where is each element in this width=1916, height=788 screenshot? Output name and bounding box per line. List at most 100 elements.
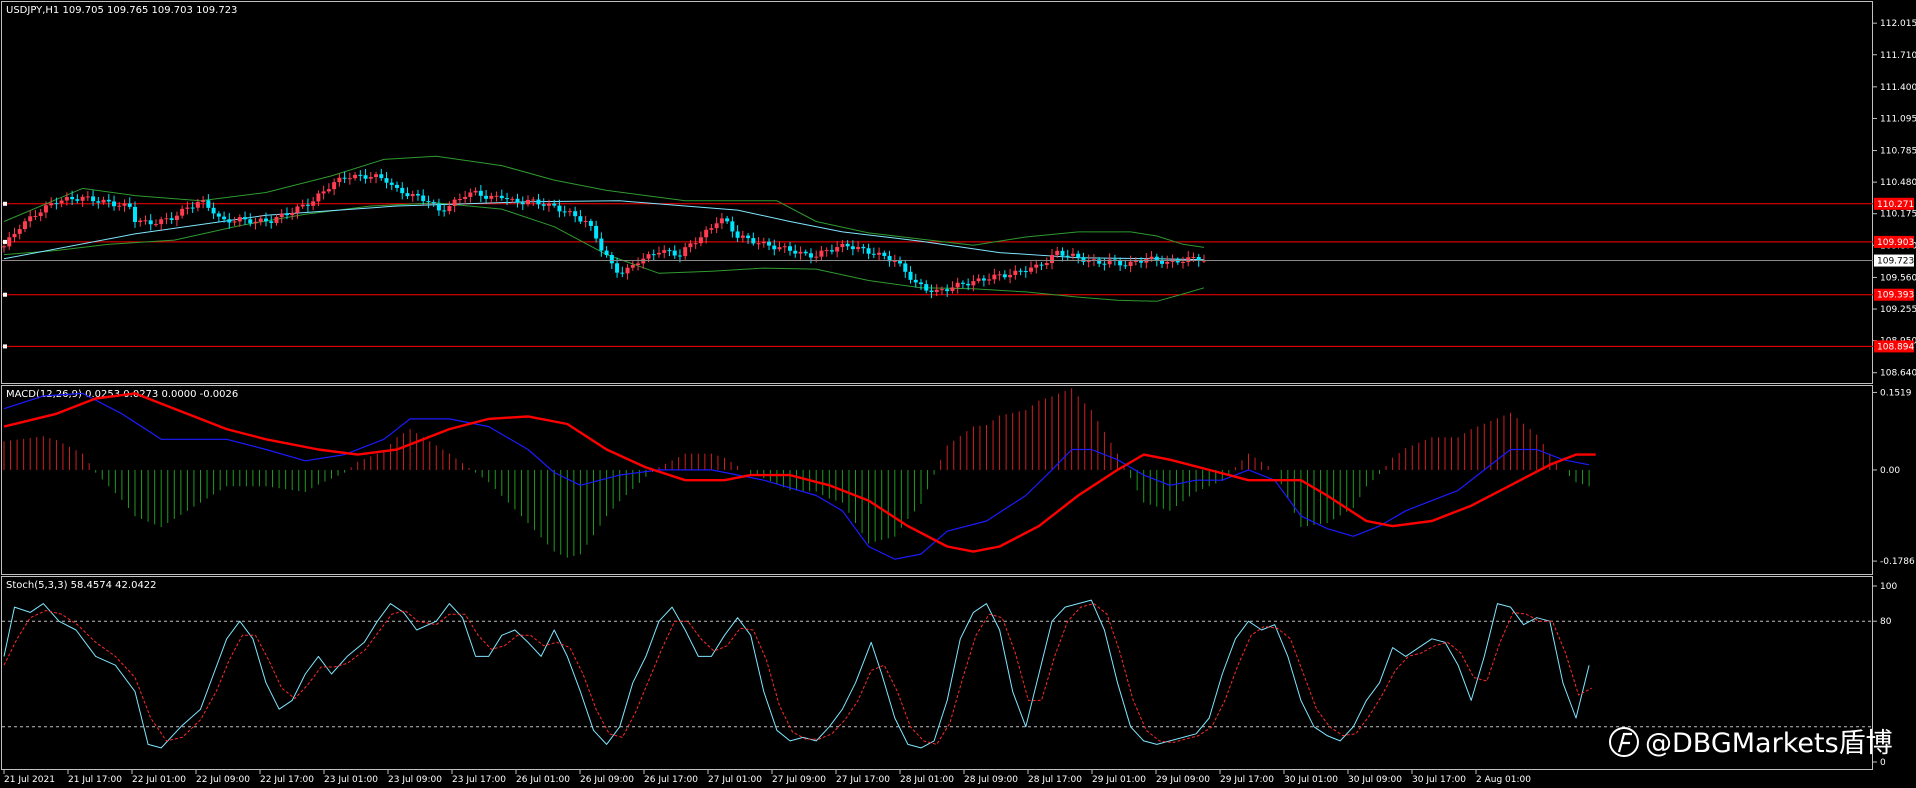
- time-tick-label: 29 Jul 01:00: [1092, 775, 1146, 785]
- candle-body: [332, 182, 337, 190]
- candle-body: [468, 192, 473, 197]
- candle-body: [845, 243, 850, 247]
- candle-body: [400, 187, 405, 194]
- candle-body: [1128, 261, 1133, 266]
- price-tick-label: 109.560: [1880, 273, 1916, 283]
- price-tick-label: 111.710: [1880, 51, 1916, 61]
- price-tick-label: 110.175: [1880, 210, 1916, 220]
- candle-body: [939, 289, 944, 291]
- candle-body: [719, 218, 724, 224]
- candle-body: [882, 252, 887, 256]
- candle-body: [211, 207, 216, 214]
- time-tick-label: 28 Jul 09:00: [964, 775, 1018, 785]
- candle-body: [389, 182, 394, 185]
- candle-body: [1186, 257, 1191, 262]
- candle-body: [620, 272, 625, 274]
- candle-body: [96, 201, 101, 203]
- time-tick-label: 22 Jul 01:00: [132, 775, 186, 785]
- price-tick-label: 110.480: [1880, 178, 1916, 188]
- candle-body: [106, 199, 111, 202]
- candle-body: [374, 174, 379, 178]
- candle-body: [1044, 263, 1049, 266]
- candle-body: [290, 212, 295, 216]
- candle-body: [415, 194, 420, 196]
- candle-body: [248, 219, 253, 224]
- candle-body: [395, 184, 399, 188]
- trading-chart[interactable]: USDJPY,H1 109.705 109.765 109.703 109.72…: [0, 0, 1916, 788]
- candle-body: [484, 195, 489, 199]
- candle-body: [704, 229, 709, 238]
- candle-body: [981, 278, 986, 281]
- candle-body: [840, 243, 845, 248]
- candle-body: [578, 216, 583, 222]
- upper-band-line: [3, 155, 1205, 248]
- level-handle: [3, 239, 7, 244]
- level-tag-label: 110.271: [1877, 200, 1914, 210]
- candle-body: [1013, 270, 1018, 275]
- macd-pane-frame: [1, 385, 1873, 575]
- price-tick-label: 112.015: [1880, 19, 1916, 29]
- candle-body: [494, 195, 499, 197]
- candle-body: [960, 282, 965, 284]
- candle-body: [38, 212, 43, 217]
- candle-body: [793, 250, 798, 254]
- stoch-tick-label: 80: [1880, 617, 1892, 627]
- time-tick-label: 30 Jul 17:00: [1412, 775, 1466, 785]
- candle-body: [824, 250, 829, 252]
- candle-body: [761, 241, 766, 244]
- time-tick-label: 26 Jul 01:00: [516, 775, 570, 785]
- candle-body: [798, 251, 803, 254]
- time-tick-label: 26 Jul 09:00: [580, 775, 634, 785]
- candle-body: [264, 218, 268, 222]
- candle-body: [735, 231, 740, 238]
- candle-body: [871, 253, 876, 255]
- time-tick-label: 29 Jul 17:00: [1220, 775, 1274, 785]
- candle-body: [153, 224, 158, 226]
- candle-body: [59, 200, 64, 204]
- candle-body: [583, 220, 588, 222]
- price-pane-frame: [1, 1, 1873, 384]
- candle-body: [1055, 250, 1060, 256]
- candle-body: [1191, 256, 1196, 258]
- candle-body: [143, 220, 148, 222]
- candle-body: [1065, 255, 1070, 257]
- candle-body: [803, 251, 808, 254]
- candle-body: [473, 190, 478, 193]
- candle-body: [892, 260, 897, 262]
- candle-body: [337, 177, 342, 183]
- horizontal-levels[interactable]: 110.271 109.903 109.393 108.894: [2, 197, 1914, 353]
- candle-body: [505, 198, 510, 200]
- price-tick-label: 110.785: [1880, 147, 1916, 157]
- candle-body: [243, 217, 248, 220]
- candle-body: [630, 264, 635, 268]
- candle-body: [12, 233, 17, 238]
- candle-body: [992, 274, 997, 280]
- candle-body: [1133, 260, 1138, 262]
- candlesticks: [2, 168, 1206, 299]
- candle-body: [1050, 255, 1054, 264]
- stoch-k-line: [3, 599, 1590, 749]
- candle-body: [740, 235, 745, 238]
- candle-body: [756, 243, 761, 245]
- candle-body: [201, 200, 206, 203]
- candle-body: [657, 252, 661, 255]
- candle-body: [54, 203, 59, 205]
- price-pane-title: USDJPY,H1 109.705 109.765 109.703 109.72…: [6, 5, 237, 16]
- candle-body: [49, 203, 54, 206]
- candle-body: [677, 255, 682, 257]
- candle-body: [709, 228, 714, 230]
- candle-body: [180, 208, 185, 216]
- price-tick-label: 108.640: [1880, 369, 1916, 379]
- candle-body: [877, 252, 882, 255]
- candle-body: [274, 217, 279, 223]
- time-tick-label: 23 Jul 17:00: [452, 775, 506, 785]
- candle-body: [683, 247, 688, 257]
- candle-body: [1002, 274, 1007, 278]
- candle-body: [122, 203, 127, 206]
- candle-body: [300, 204, 305, 207]
- candle-body: [552, 203, 557, 206]
- candle-body: [667, 250, 672, 252]
- candle-body: [714, 223, 719, 229]
- candle-body: [856, 246, 861, 250]
- candle-body: [567, 211, 572, 213]
